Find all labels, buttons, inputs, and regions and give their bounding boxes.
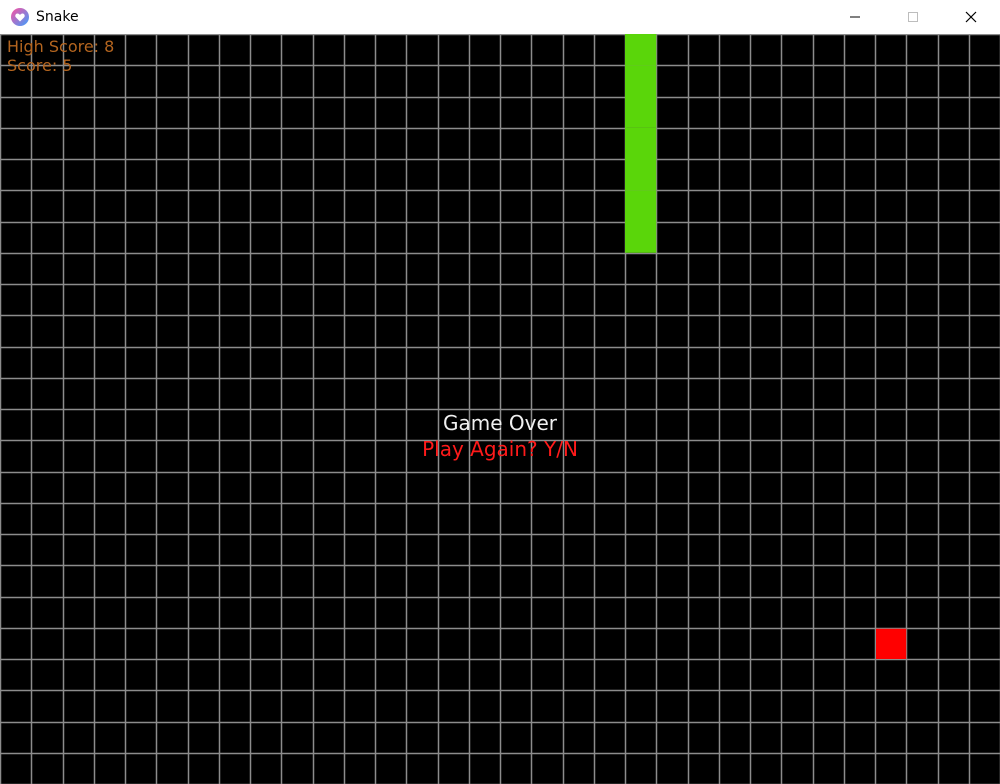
snake-window: Snake High Score: 8 Score: 5 Game Over P… bbox=[0, 0, 1000, 784]
snake-segment bbox=[625, 65, 657, 97]
snake-segment bbox=[625, 159, 657, 191]
snake-segment bbox=[625, 221, 657, 253]
maximize-icon bbox=[908, 12, 918, 22]
snake-head bbox=[625, 34, 657, 66]
title-bar[interactable]: Snake bbox=[0, 0, 1000, 34]
minimize-icon bbox=[850, 16, 860, 18]
snake-segment bbox=[625, 190, 657, 222]
window-controls bbox=[826, 0, 1000, 34]
play-again-prompt[interactable]: Play Again? Y/N bbox=[0, 437, 1000, 461]
minimize-button[interactable] bbox=[826, 0, 884, 34]
heart-app-icon bbox=[11, 8, 29, 26]
score-label: Score: 5 bbox=[7, 56, 73, 75]
high-score-label: High Score: 8 bbox=[7, 37, 115, 56]
maximize-button[interactable] bbox=[884, 0, 942, 34]
snake-segment bbox=[625, 127, 657, 159]
food-pellet bbox=[876, 628, 907, 659]
board-canvas bbox=[0, 34, 1000, 784]
close-button[interactable] bbox=[942, 0, 1000, 34]
close-icon bbox=[965, 11, 977, 23]
grid-lines bbox=[0, 34, 1000, 784]
window-title: Snake bbox=[36, 9, 79, 25]
game-board[interactable]: High Score: 8 Score: 5 Game Over Play Ag… bbox=[0, 34, 1000, 784]
game-over-title: Game Over bbox=[442, 411, 557, 435]
snake-segment bbox=[625, 96, 657, 128]
